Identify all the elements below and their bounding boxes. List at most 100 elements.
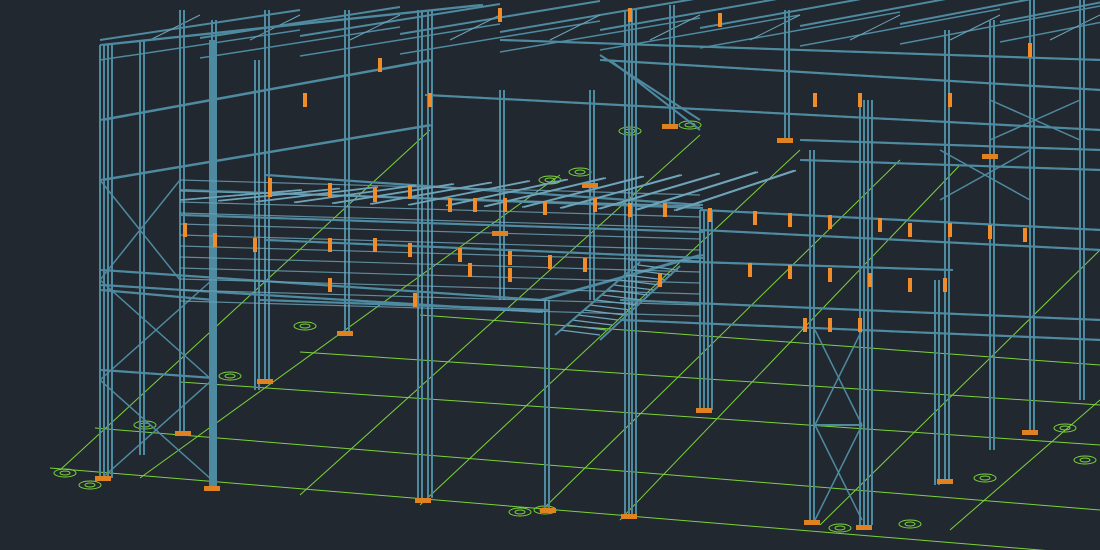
grid-line (179, 381, 1100, 446)
base-plate (937, 479, 953, 484)
footing-marker (59, 470, 71, 476)
connection-marker (373, 238, 377, 252)
connection-marker (408, 243, 412, 257)
connection-marker (548, 255, 552, 269)
roof-truss (899, 5, 1100, 45)
footing-marker (1073, 455, 1097, 465)
floor-beam (702, 229, 1100, 251)
connection-marker (878, 218, 882, 232)
footing-marker (224, 373, 236, 379)
connection-marker (413, 293, 417, 307)
roof-truss (1049, 14, 1100, 41)
grid-line (419, 314, 1100, 366)
floor-beam (427, 94, 1100, 131)
base-plate (777, 138, 793, 143)
footing-marker (828, 523, 852, 533)
connection-marker (408, 185, 412, 199)
connection-marker (498, 8, 502, 22)
stair-tread (637, 264, 679, 271)
footing-marker (218, 371, 242, 381)
stair-tread (571, 319, 613, 326)
stair-tread (577, 314, 619, 321)
mezzanine-joist (675, 169, 797, 212)
roof-truss (849, 14, 901, 41)
connection-marker (858, 93, 862, 107)
connection-marker (828, 215, 832, 229)
connection-marker (908, 223, 912, 237)
connection-marker (373, 188, 377, 202)
connection-marker (788, 213, 792, 227)
base-plate (175, 431, 191, 436)
base-plate (257, 379, 273, 384)
connection-marker (473, 198, 477, 212)
connection-marker (908, 278, 912, 292)
grid-line (949, 399, 1100, 531)
floor-beam (802, 139, 1100, 151)
connection-marker (663, 203, 667, 217)
roof-truss (609, 59, 701, 131)
connection-marker (268, 183, 272, 197)
connection-marker (828, 318, 832, 332)
roof-truss (299, 23, 501, 57)
stair-tread (559, 329, 601, 336)
connection-marker (858, 318, 862, 332)
steel-columns (99, 0, 1085, 525)
footing-marker (979, 475, 991, 481)
connection-marker (748, 263, 752, 277)
roof-truss (799, 8, 1001, 47)
footing-marker (568, 167, 592, 177)
base-plate (492, 231, 508, 236)
connection-marker (943, 278, 947, 292)
connection-marker (1023, 228, 1027, 242)
footing-marker (904, 521, 916, 527)
floor-beam (102, 369, 216, 379)
connection-marker (868, 273, 872, 287)
floor-beam (622, 299, 1100, 321)
floor-beam (702, 209, 1100, 231)
structural-steel-model[interactable] (0, 0, 1100, 550)
floor-beam (632, 259, 954, 271)
connection-marker (458, 248, 462, 262)
base-plate (337, 331, 353, 336)
grid-line (819, 249, 1100, 526)
base-plate (415, 498, 431, 503)
connection-marker (593, 198, 597, 212)
connection-marker (753, 211, 757, 225)
connection-marker (328, 278, 332, 292)
base-plate (804, 520, 820, 525)
connection-marker (303, 93, 307, 107)
stair-tread (565, 324, 607, 331)
cad-viewport[interactable] (0, 0, 1100, 550)
connection-marker (543, 201, 547, 215)
connection-marker (948, 93, 952, 107)
base-plate (856, 525, 872, 530)
connection-marker (468, 263, 472, 277)
footing-marker (898, 519, 922, 529)
footing-marker (53, 468, 77, 478)
base-plate (540, 508, 556, 513)
connection-marker (378, 58, 382, 72)
footing-marker (508, 507, 532, 517)
connection-marker (213, 233, 217, 247)
grid-line (59, 129, 431, 471)
footing-marker (293, 321, 317, 331)
base-plates (95, 124, 1038, 530)
base-plate (621, 514, 637, 519)
connection-marker (503, 198, 507, 212)
floor-beam (602, 59, 1100, 91)
base-plate (1022, 430, 1038, 435)
base-plate (204, 486, 220, 491)
connection-marker (1028, 43, 1032, 57)
footing-marker (514, 509, 526, 515)
footing-marker (84, 482, 96, 488)
connection-marker (183, 223, 187, 237)
footing-marker (1059, 425, 1071, 431)
floor-beam (802, 159, 1100, 171)
connection-marker (948, 223, 952, 237)
connection-marker (508, 268, 512, 282)
connection-marker (628, 8, 632, 22)
connection-marker (448, 198, 452, 212)
connection-marker (583, 258, 587, 272)
base-plate (95, 476, 111, 481)
base-plate (982, 154, 998, 159)
